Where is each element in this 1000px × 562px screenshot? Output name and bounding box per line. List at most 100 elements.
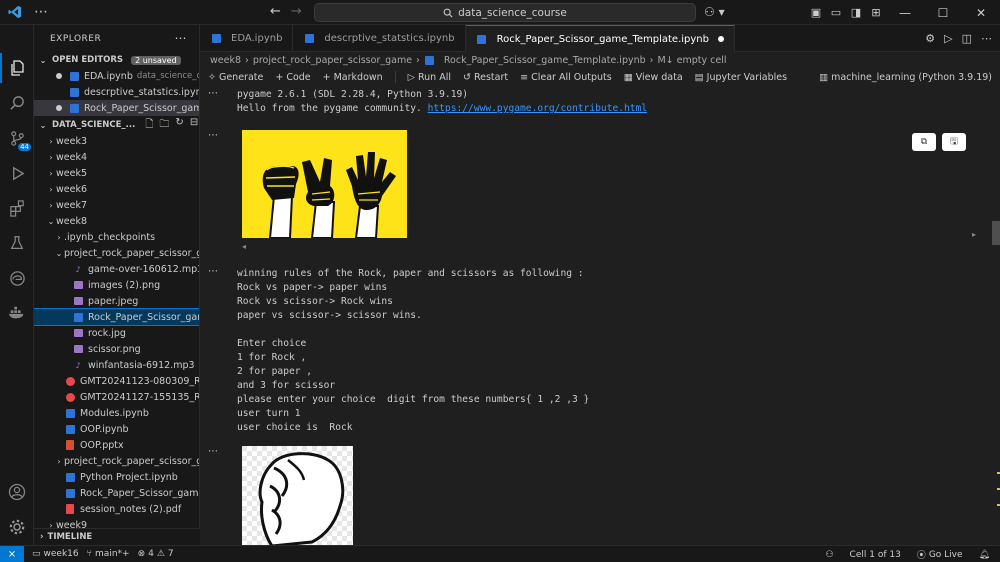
tree-folder[interactable]: › week3: [34, 133, 199, 149]
minimize-icon[interactable]: —: [886, 6, 924, 20]
gear-icon[interactable]: ⚙: [925, 32, 935, 45]
customize-layout-icon[interactable]: ⊞: [866, 6, 886, 19]
tree-file[interactable]: ♪ winfantasia-6912.mp3: [34, 357, 199, 373]
tree-folder[interactable]: › week4: [34, 149, 199, 165]
run-icon[interactable]: ▷: [944, 32, 952, 45]
branch-indicator[interactable]: ⑂ main*+: [87, 549, 130, 559]
accounts-icon[interactable]: [0, 477, 34, 507]
run-all-button[interactable]: ▷ Run All: [408, 72, 451, 83]
cell-output-menu-icon[interactable]: ⋯: [208, 266, 218, 277]
toggle-panel-icon[interactable]: ▭: [826, 6, 846, 19]
restart-button[interactable]: ↺ Restart: [463, 72, 508, 83]
tree-file[interactable]: Rock_Paper_Scissor_game_T...: [34, 308, 199, 326]
tree-file[interactable]: OOP.pptx: [34, 437, 199, 453]
unsaved-dot-icon[interactable]: [718, 36, 724, 42]
clear-all-outputs-button[interactable]: ≡ Clear All Outputs: [520, 72, 612, 83]
open-editor-item[interactable]: EDA.ipynbdata_science_di...: [34, 68, 199, 84]
cell-output-menu-icon[interactable]: ⋯: [208, 446, 218, 457]
plus-icon: +: [275, 71, 284, 83]
command-center-search[interactable]: data_science_course: [314, 3, 696, 22]
more-actions-icon[interactable]: ⋯: [175, 31, 188, 45]
breadcrumb-item[interactable]: M↓ empty cell: [657, 55, 726, 66]
notebook-scrollbar[interactable]: [992, 86, 1000, 545]
cell-output-menu-icon[interactable]: ⋯: [208, 130, 218, 141]
pygame-link[interactable]: https://www.pygame.org/contribute.html: [428, 103, 648, 114]
forward-arrow-icon[interactable]: →: [291, 4, 302, 19]
tree-file[interactable]: ♪ game-over-160612.mp3: [34, 261, 199, 277]
more-actions-icon[interactable]: ⋯: [981, 32, 992, 45]
source-control-icon[interactable]: 44: [0, 123, 34, 153]
tree-folder[interactable]: › project_rock_paper_scissor_g...: [34, 453, 199, 469]
search-icon[interactable]: [0, 88, 34, 118]
view-data-button[interactable]: ▦ View data: [624, 72, 683, 83]
tree-folder[interactable]: ⌄ week8: [34, 213, 199, 229]
copy-output-icon[interactable]: ⧉: [912, 133, 936, 151]
split-editor-icon[interactable]: ◫: [962, 32, 972, 45]
back-arrow-icon[interactable]: ←: [270, 4, 281, 19]
tree-folder[interactable]: › .ipynb_checkpoints: [34, 229, 199, 245]
edge-devtools-icon[interactable]: [0, 263, 34, 293]
tree-folder[interactable]: ⌄ project_rock_paper_scissor_g...: [34, 245, 199, 261]
breadcrumb-item[interactable]: week8: [210, 55, 241, 66]
image-scroll-left-icon[interactable]: ◂: [242, 242, 246, 251]
notifications-bell-icon[interactable]: 🔔︎: [979, 550, 990, 560]
tree-folder[interactable]: › week7: [34, 197, 199, 213]
tree-file[interactable]: paper.jpeg: [34, 293, 199, 309]
toggle-secondary-sidebar-icon[interactable]: ◨: [846, 6, 866, 19]
copilot-icon[interactable]: ⚇ ▾: [704, 5, 725, 19]
tree-file[interactable]: GMT20241123-080309_Recor...: [34, 373, 199, 389]
folder-indicator[interactable]: ▭ week16: [32, 549, 79, 559]
tree-folder[interactable]: › week6: [34, 181, 199, 197]
maximize-icon[interactable]: ☐: [924, 6, 962, 20]
tree-file[interactable]: OOP.ipynb: [34, 421, 199, 437]
copilot-status-icon[interactable]: ⚇: [825, 550, 833, 560]
tree-file[interactable]: session_notes (2).pdf: [34, 501, 199, 517]
go-live-button[interactable]: ⦿ Go Live: [917, 548, 963, 562]
image-scroll-right-icon[interactable]: ▸: [972, 230, 976, 239]
refresh-icon[interactable]: ↻: [175, 117, 183, 134]
save-output-icon[interactable]: 🖫: [942, 133, 966, 151]
remote-icon[interactable]: ⨯: [0, 545, 24, 562]
explorer-icon[interactable]: [0, 53, 34, 83]
tree-folder[interactable]: › week5: [34, 165, 199, 181]
cell-output-menu-icon[interactable]: ⋯: [208, 88, 218, 99]
notebook-content[interactable]: ⋯ pygame 2.6.1 (SDL 2.28.4, Python 3.9.1…: [200, 86, 992, 545]
manage-gear-icon[interactable]: [0, 512, 34, 542]
extensions-icon[interactable]: [0, 193, 34, 223]
breadcrumb-item[interactable]: project_rock_paper_scissor_game: [253, 55, 412, 66]
open-editor-item[interactable]: descrptive_statstics.ipynb: [34, 84, 199, 100]
problems-indicator[interactable]: ⊗ 4 ⚠ 7: [138, 549, 174, 559]
toggle-primary-sidebar-icon[interactable]: ▣: [806, 6, 826, 19]
new-file-icon[interactable]: 🗋: [145, 117, 153, 134]
clear-all-icon: ≡: [520, 71, 529, 83]
kernel-picker[interactable]: ▥ machine_learning (Python 3.9.19): [819, 68, 992, 86]
run-debug-icon[interactable]: [0, 158, 34, 188]
tree-file[interactable]: GMT20241127-155135_Recor...: [34, 389, 199, 405]
open-editors-header[interactable]: ⌄ OPEN EDITORS 2 unsaved: [34, 52, 199, 68]
open-editor-item[interactable]: Rock_Paper_Scissor_gam...: [34, 100, 199, 116]
docker-icon[interactable]: [0, 298, 34, 328]
cell-position[interactable]: Cell 1 of 13: [850, 550, 901, 560]
scrollbar-thumb[interactable]: [992, 221, 1000, 245]
add-code-button[interactable]: + Code: [275, 72, 310, 83]
tab-rock-paper-scissor[interactable]: Rock_Paper_Scissor_game_Template.ipynb: [465, 25, 735, 52]
breadcrumb-item[interactable]: Rock_Paper_Scissor_game_Template.ipynb: [444, 55, 646, 66]
menu-dots-icon[interactable]: ⋯: [34, 4, 48, 20]
timeline-header[interactable]: › TIMELINE: [34, 528, 200, 545]
tree-file[interactable]: images (2).png: [34, 277, 199, 293]
tab-descriptive-statistics[interactable]: descrptive_statstics.ipynb: [293, 25, 466, 52]
add-markdown-button[interactable]: + Markdown: [323, 72, 383, 83]
workspace-header[interactable]: ⌄ DATA_SCIENCE_... 🗋 🗀 ↻ ⊟: [34, 117, 199, 133]
tree-file[interactable]: Rock_Paper_Scissor_game_Te...: [34, 485, 199, 501]
new-folder-icon[interactable]: 🗀: [159, 117, 169, 134]
tab-eda[interactable]: EDA.ipynb: [200, 25, 294, 52]
close-icon[interactable]: ✕: [962, 6, 1000, 20]
tree-file[interactable]: Python Project.ipynb: [34, 469, 199, 485]
generate-button[interactable]: ✧ Generate: [208, 72, 263, 83]
testing-flask-icon[interactable]: [0, 228, 34, 258]
collapse-all-icon[interactable]: ⊟: [190, 117, 198, 134]
tree-file[interactable]: scissor.png: [34, 341, 199, 357]
tree-file[interactable]: Modules.ipynb: [34, 405, 199, 421]
tree-file[interactable]: rock.jpg: [34, 325, 199, 341]
jupyter-variables-button[interactable]: ▤ Jupyter Variables: [695, 72, 787, 83]
